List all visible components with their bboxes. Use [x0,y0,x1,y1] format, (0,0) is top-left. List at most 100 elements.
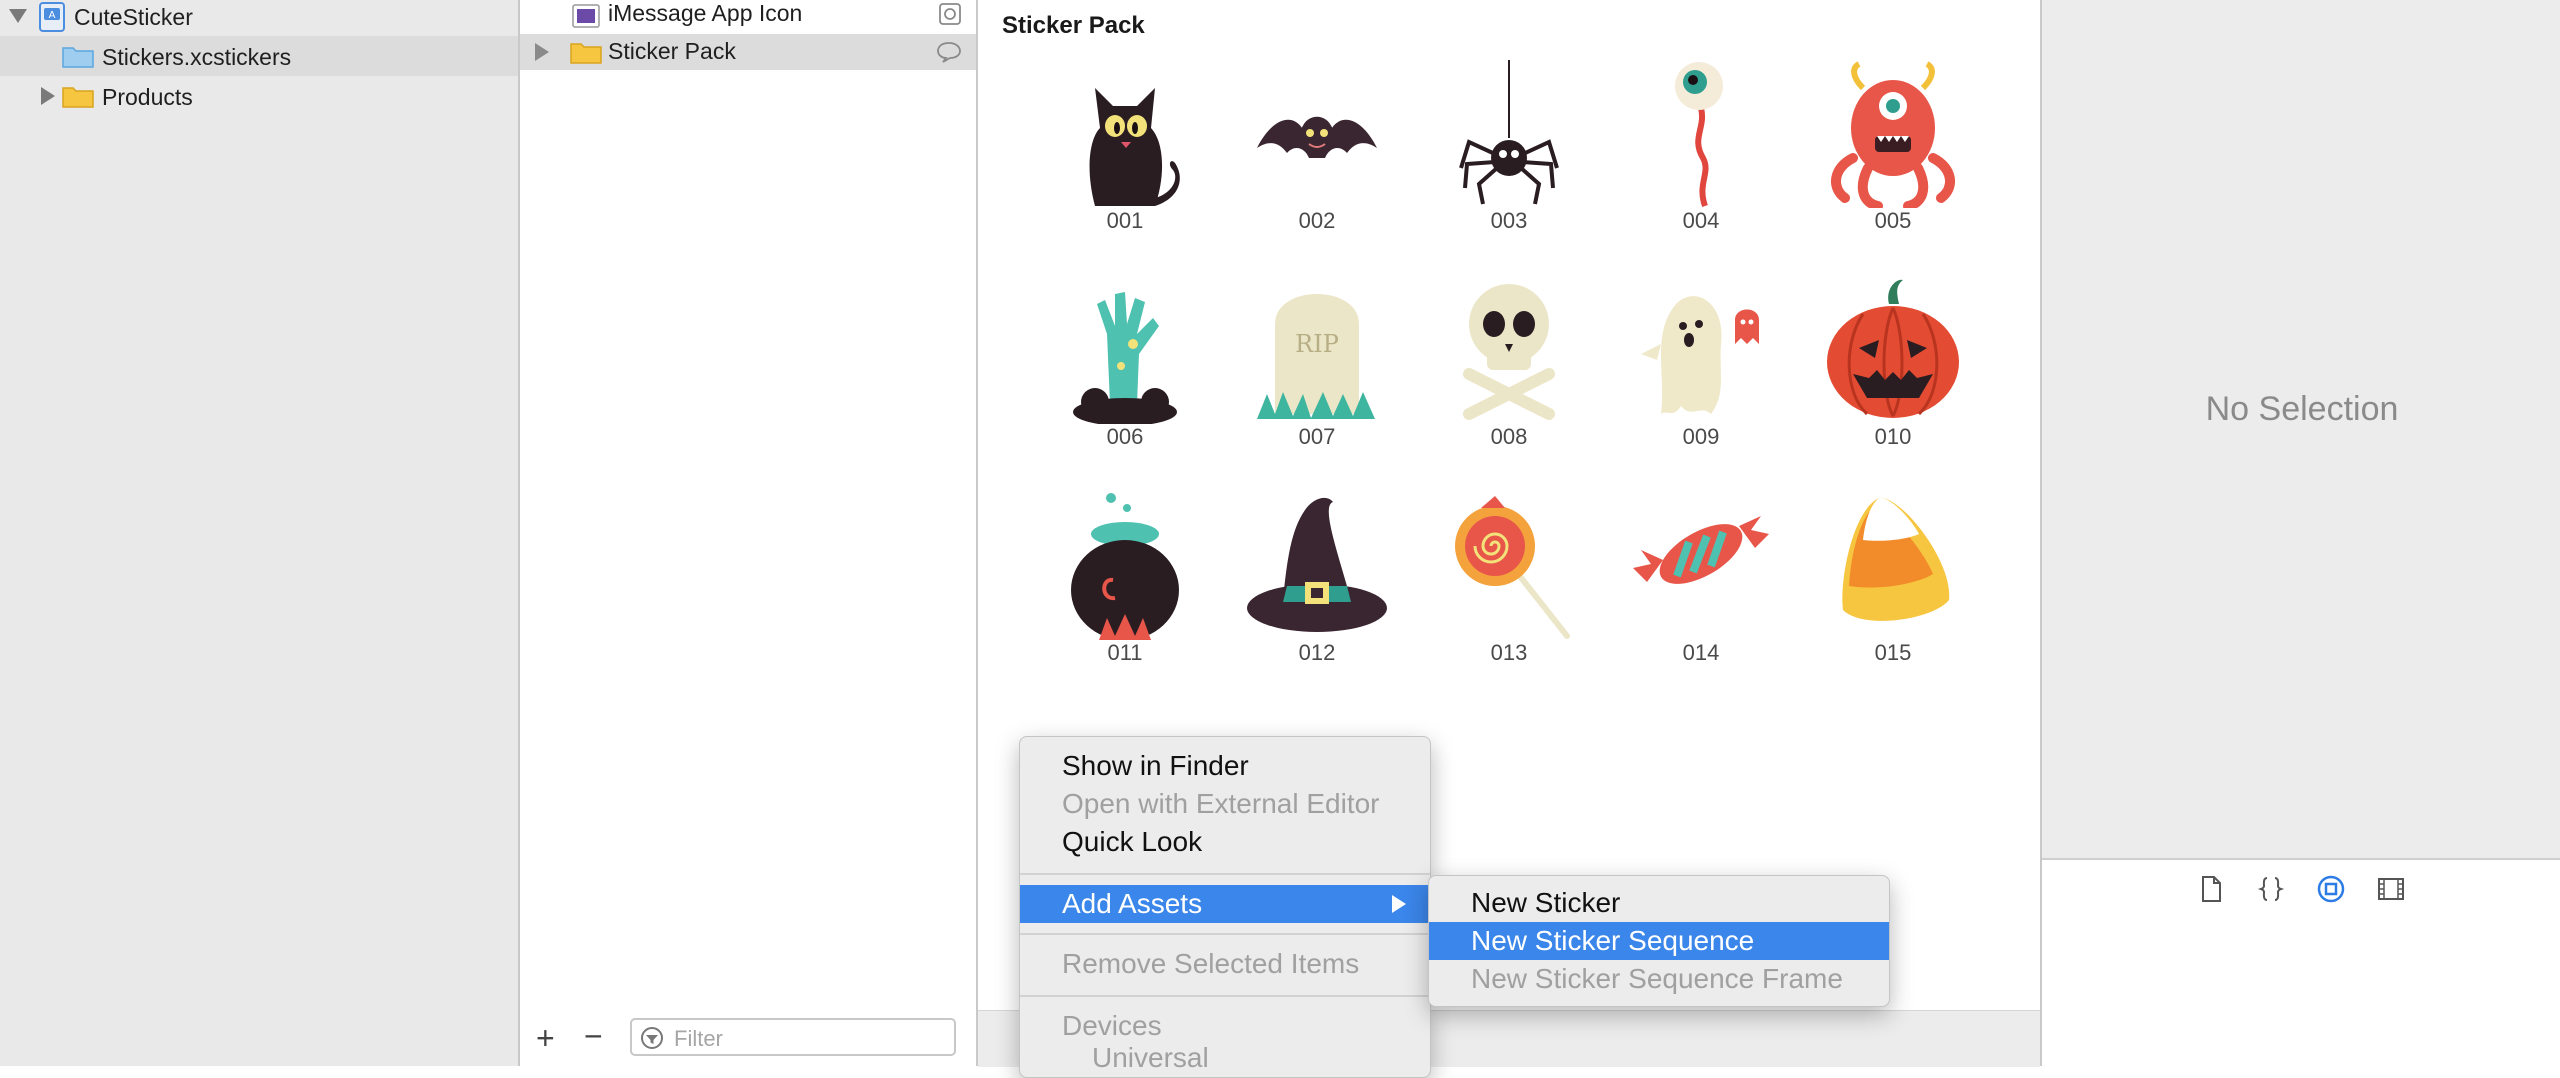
menu-item-add-assets[interactable]: Add Assets [1020,885,1430,923]
image-set-badge-icon [939,3,961,25]
lollipop-icon [1455,496,1570,639]
sticker-item[interactable]: 001 [1040,58,1210,258]
list-label-app-icon: iMessage App Icon [608,0,803,26]
sticker-label: 007 [1298,424,1336,449]
sticker-label: 004 [1682,208,1720,233]
list-item-sticker-pack[interactable]: Sticker Pack [520,34,976,70]
submenu-arrow-icon [1392,895,1406,913]
list-item-imessage-app-icon[interactable]: iMessage App Icon [520,0,976,32]
disclosure-collapsed-icon[interactable] [40,87,56,105]
disclosure-collapsed-icon[interactable] [534,43,550,61]
sticker-label: 009 [1682,424,1720,449]
skull-icon [1463,284,1555,420]
nav-item-products[interactable]: Products [0,76,518,116]
object-library-icon[interactable] [2316,874,2346,904]
filter-field[interactable]: Filter [630,1018,956,1056]
sticker-label: 008 [1490,424,1528,449]
sticker-label: 002 [1298,208,1336,233]
ghost-icon [1641,296,1759,414]
filter-placeholder: Filter [674,1026,723,1051]
tombstone-icon: RIP [1257,294,1375,419]
sticker-label: 005 [1874,208,1912,233]
nav-item-cutesticker[interactable]: A CuteSticker [0,0,518,36]
asset-folder-icon [62,47,94,68]
sticker-label: 006 [1106,424,1144,449]
candy-corn-icon [1842,497,1950,621]
inspector-panel: No Selection [2040,0,2560,1066]
menu-item-quick-look[interactable]: Quick Look [1020,823,1430,861]
menu-item-remove-selected[interactable]: Remove Selected Items [1020,945,1430,983]
submenu-item-new-sticker-sequence-frame[interactable]: New Sticker Sequence Frame [1429,960,1889,998]
filter-icon [641,1027,663,1049]
list-label-sticker-pack: Sticker Pack [608,38,736,64]
sticker-item[interactable]: 011 [1040,490,1210,690]
menu-item-universal[interactable]: Universal [1020,1039,1430,1077]
add-assets-submenu: New Sticker New Sticker Sequence New Sti… [1428,875,1890,1007]
editor-title: Sticker Pack [1002,12,1145,39]
eyeball-icon [1675,62,1723,207]
sticker-item[interactable]: 013 [1424,490,1594,690]
sticker-item[interactable]: 005 [1808,58,1978,258]
sticker-label: 001 [1106,208,1144,233]
app-icon-set-icon [572,4,600,28]
menu-item-add-assets-label: Add Assets [1062,888,1203,919]
asset-catalog-list: iMessage App Icon Sticker Pack + − Filte… [520,0,978,1066]
media-library-icon[interactable] [2376,874,2406,904]
file-template-icon[interactable] [2196,874,2226,904]
library-selector-bar [2042,858,2560,920]
sticker-item[interactable]: 002 [1232,58,1402,258]
svg-text:A: A [49,10,56,21]
tombstone-text: RIP [1295,330,1339,358]
sticker-label: 003 [1490,208,1528,233]
sticker-item[interactable]: 009 [1616,274,1786,474]
sticker-item[interactable]: RIP 007 [1232,274,1402,474]
sticker-item[interactable]: 003 [1424,58,1594,258]
no-selection-label: No Selection [2205,390,2399,428]
context-menu: Show in Finder Open with External Editor… [1019,736,1431,1078]
bat-icon [1257,116,1377,158]
sticker-item[interactable]: 015 [1808,490,1978,690]
folder-icon [62,87,94,108]
submenu-item-new-sticker-sequence[interactable]: New Sticker Sequence [1429,922,1889,960]
cauldron-icon [1071,493,1179,640]
spider-icon [1459,60,1559,205]
nav-label-stickers: Stickers.xcstickers [102,44,292,70]
nav-label-project: CuteSticker [74,4,193,30]
asset-list-bottom-bar: + − Filter [520,1010,976,1066]
sticker-label: 013 [1490,640,1528,665]
code-snippet-icon[interactable] [2256,874,2286,904]
sticker-item[interactable]: 004 [1616,58,1786,258]
sticker-label: 015 [1874,640,1912,665]
speech-bubble-icon [937,42,961,63]
project-icon: A [39,2,65,32]
sticker-label: 014 [1682,640,1720,665]
project-navigator: A CuteSticker Stickers.xcstickers Produc… [0,0,520,1066]
menu-separator [1020,995,1430,997]
sticker-item[interactable]: 014 [1616,490,1786,690]
submenu-item-new-sticker[interactable]: New Sticker [1429,884,1889,922]
sticker-label: 011 [1107,640,1143,665]
cat-icon [1089,88,1180,206]
menu-item-open-external-editor[interactable]: Open with External Editor [1020,785,1430,823]
sticker-label: 010 [1874,424,1912,449]
folder-icon [570,43,602,64]
disclosure-expanded-icon[interactable] [9,8,27,24]
sticker-label: 012 [1298,640,1336,665]
nav-item-stickers-xcstickers[interactable]: Stickers.xcstickers [0,36,518,76]
remove-button[interactable]: − [584,1020,603,1052]
sticker-item[interactable]: 010 [1808,274,1978,474]
pumpkin-icon [1827,279,1959,418]
monster-icon [1831,61,1955,208]
sticker-item[interactable]: 012 [1232,490,1402,690]
menu-item-show-in-finder[interactable]: Show in Finder [1020,747,1430,785]
zombie-hand-icon [1073,292,1177,424]
witch-hat-icon [1247,497,1387,632]
menu-separator [1020,933,1430,935]
candy-icon [1633,516,1769,584]
sticker-item[interactable]: 006 [1040,274,1210,474]
sticker-item[interactable]: 008 [1424,274,1594,474]
library-content-area [2042,918,2560,1066]
nav-label-products: Products [102,84,193,110]
menu-separator [1020,873,1430,875]
add-button[interactable]: + [536,1022,555,1054]
